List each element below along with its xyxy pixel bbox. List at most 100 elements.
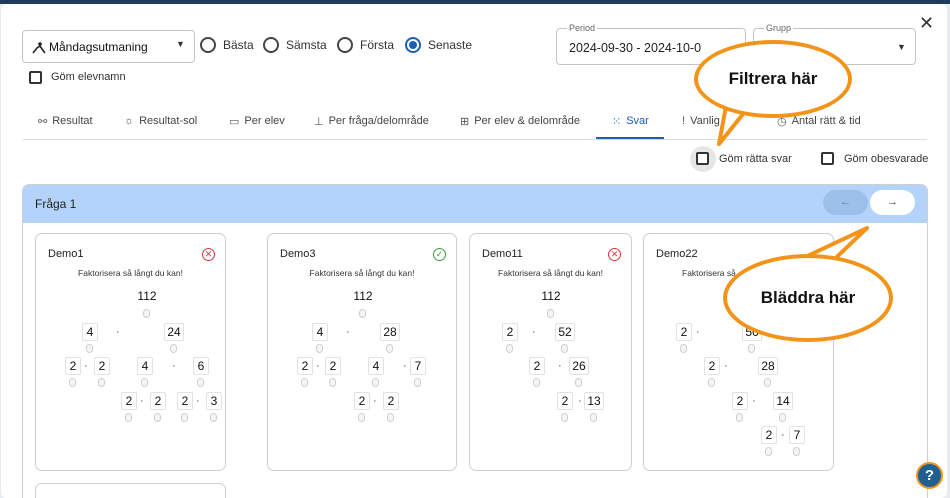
tab-resultat[interactable]: ⚯ Resultat [38,104,93,138]
multiply-sign: · [578,395,582,407]
multiply-sign: · [140,395,144,407]
radio-basta[interactable] [200,37,216,53]
number-cell: 2 [761,426,777,444]
period-label: Period [567,23,598,33]
multiply-sign: · [781,429,785,441]
node-dot [736,413,743,422]
tab-label: Antal rätt & tid [791,115,861,127]
multiply-sign: · [196,395,200,407]
node-dot [86,344,93,353]
people-icon: ▭ [229,115,240,128]
student-name: Demo22 [656,248,698,260]
radio-label-senaste: Senaste [428,38,473,52]
question-prompt: Faktorisera så långt du kan! [78,268,183,278]
callout-filter-text: Filtrera här [728,69,818,88]
student-name: Demo11 [482,248,523,260]
help-icon: ? [924,467,935,484]
hide-names-checkbox[interactable] [29,71,42,84]
number-cell: 2 [732,392,748,410]
number-cell: 3 [206,392,222,410]
check-status-icon: ✓ [433,248,446,261]
number-cell: 112 [541,289,561,303]
student-name: Demo3 [280,248,316,260]
question-prompt: Faktorisera så [682,268,736,278]
node-dot [765,447,772,456]
multiply-sign: · [724,360,728,372]
node-dot [141,378,148,387]
exclamation-icon: ! [682,115,686,127]
question-prompt: Faktorisera så långt du kan! [309,268,415,278]
radio-senaste[interactable] [405,37,421,53]
grid-icon: ⊞ [460,115,470,128]
hide-correct-label: Göm rätta svar [719,153,792,165]
multiply-sign: · [346,326,350,338]
bar-chart-icon: ⊥ [314,115,324,128]
prev-button[interactable]: ← [823,190,868,215]
number-cell: 28 [758,357,778,375]
radio-label-samsta: Sämsta [286,38,327,52]
number-cell: 4 [82,323,98,341]
number-cell: 2 [150,392,166,410]
test-select-value: Måndagsutmaning [49,40,148,54]
number-cell: 2 [325,357,341,375]
multiply-sign: · [116,326,120,338]
node-dot [210,413,217,422]
multiply-sign: · [373,395,377,407]
number-cell: 4 [368,357,384,375]
help-button[interactable]: ? [916,462,943,489]
node-dot [197,378,204,387]
multiply-sign: · [696,326,700,338]
chevron-down-icon: ▼ [176,39,185,49]
node-dot [329,378,336,387]
question-title: Fråga 1 [35,197,77,211]
node-dot [533,378,540,387]
number-cell: 4 [137,357,153,375]
radio-samsta[interactable] [263,37,279,53]
tab-label: Resultat [52,115,93,127]
tab-per-elev[interactable]: ▭ Per elev [229,104,285,138]
tab-resultat-sol[interactable]: ☼ Resultat-sol [124,104,197,138]
answer-card-demo3: Demo3 ✓ Faktorisera så långt du kan! 112… [267,233,457,471]
tab-per-fraga[interactable]: ⊥ Per fråga/delområde [314,104,429,138]
node-dot [561,413,568,422]
period-value: 2024-09-30 - 2024-10-0 [569,41,702,55]
number-cell: 2 [529,357,545,375]
node-dot [575,378,582,387]
number-cell: 4 [312,323,328,341]
node-dot [125,413,132,422]
tab-label: Resultat-sol [139,115,198,127]
close-icon[interactable]: ✕ [919,14,934,32]
test-select[interactable]: Måndagsutmaning ▼ [22,30,195,63]
number-cell: 2 [121,392,137,410]
node-dot [414,378,421,387]
multiply-sign: · [403,360,407,372]
answer-card-next-row [35,483,226,498]
hide-unanswered-label: Göm obesvarade [844,153,929,165]
radio-label-forsta: Första [360,38,395,52]
dots-grid-icon: ⁙ [612,115,622,128]
node-dot [154,413,161,422]
node-dot [590,413,597,422]
student-name: Demo1 [48,248,84,260]
number-cell: 6 [193,357,209,375]
radio-label-basta: Bästa [223,38,254,52]
next-button[interactable]: → [870,190,915,215]
number-cell: 2 [65,357,81,375]
callout-filter: Filtrera här [694,40,852,118]
binoculars-icon: ⚯ [38,115,48,128]
question-prompt: Faktorisera så långt du kan! [498,268,603,278]
tab-svar[interactable]: ⁙ Svar [612,104,649,138]
callout-browse: Bläddra här [723,254,893,342]
tab-per-elev-delomrade[interactable]: ⊞ Per elev & delområde [460,104,580,138]
number-cell: 26 [569,357,589,375]
chevron-down-icon: ▼ [897,42,906,52]
node-dot [69,378,76,387]
tab-label: Per elev & delområde [474,115,580,127]
node-dot [506,344,513,353]
multiply-sign: · [316,360,320,372]
node-dot [387,413,394,422]
radio-forsta[interactable] [337,37,353,53]
multiply-sign: · [172,360,176,372]
hide-unanswered-checkbox[interactable] [821,152,834,165]
node-dot [386,344,393,353]
